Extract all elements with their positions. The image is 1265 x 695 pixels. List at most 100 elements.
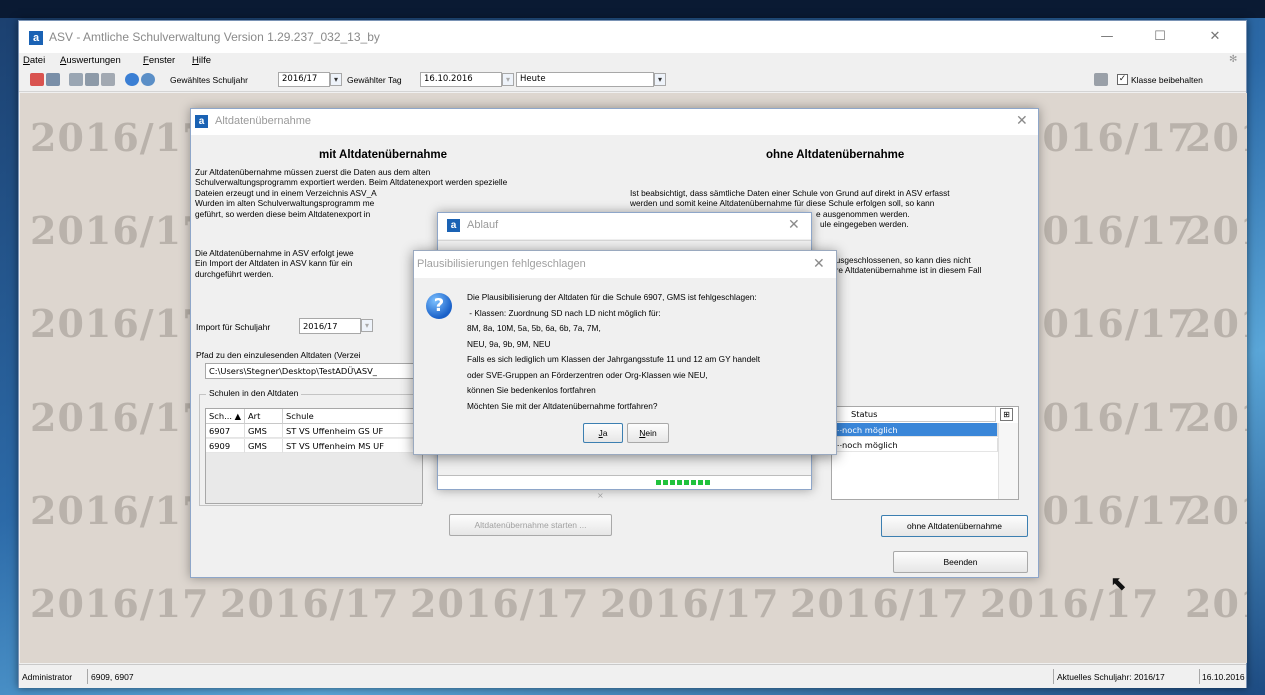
plausibilisierung-title: Plausibilisierungen fehlgeschlagen xyxy=(417,258,586,270)
watermark: 2016/17 xyxy=(410,581,590,626)
help-icon[interactable] xyxy=(141,73,155,86)
chevron-down-icon[interactable]: ▾ xyxy=(361,319,373,332)
column-schulnummer[interactable]: Sch... ▲ xyxy=(206,409,245,424)
klasse-beibehalten-label: Klasse beibehalten xyxy=(1131,75,1203,85)
heute-select[interactable]: Heute xyxy=(516,72,654,87)
schulen-group-title: Schulen in den Altdaten xyxy=(206,388,302,398)
table-cell[interactable]: GMS xyxy=(245,439,283,453)
ablauf-titlebar: a Ablauf ✕ xyxy=(438,213,811,239)
progress-bar xyxy=(438,475,811,489)
schuljahr-select[interactable]: 2016/17 xyxy=(278,72,330,87)
print-icon[interactable] xyxy=(1094,73,1108,86)
statusbar: Administrator 6909, 6907 Aktuelles Schul… xyxy=(19,664,1246,688)
watermark: 2016/17 xyxy=(30,208,210,253)
schulen-table: Sch... ▲ Art Schule 6907 GMS ST VS Uffen… xyxy=(205,408,424,504)
column-schule[interactable]: Schule xyxy=(283,409,424,424)
tools-icon[interactable] xyxy=(101,73,115,86)
menubar: Datei Auswertungen Fenster Hilfe ✻ xyxy=(19,53,1246,68)
watermark: 201 xyxy=(1185,208,1247,253)
menu-auswertungen[interactable]: Auswertungen xyxy=(60,55,121,66)
column-art[interactable]: Art xyxy=(245,409,283,424)
tag-field[interactable]: 16.10.2016 xyxy=(420,72,502,87)
table-cell[interactable]: 6907 xyxy=(206,424,245,438)
asv-logo-icon: a xyxy=(29,31,43,45)
asv-logo-icon: a xyxy=(447,219,460,232)
altdaten-starten-button[interactable]: Altdatenübernahme starten ... xyxy=(449,514,612,536)
watermark: 201 xyxy=(1185,581,1247,626)
mouse-cursor-icon: ⬉ xyxy=(1110,571,1127,595)
ja-button[interactable]: Ja xyxy=(583,423,623,443)
status-separator xyxy=(1199,669,1200,684)
status-user: Administrator xyxy=(22,672,73,682)
maximize-button[interactable]: ☐ xyxy=(1147,27,1173,47)
table-icon[interactable] xyxy=(69,73,83,86)
right-heading: ohne Altdatenübernahme xyxy=(766,149,905,161)
close-icon[interactable]: ✕ xyxy=(788,217,800,233)
watermark: 2016/17 xyxy=(790,581,970,626)
status-row-selected[interactable]: … noch möglich xyxy=(832,423,998,437)
close-icon[interactable]: ✕ xyxy=(813,256,825,272)
chevron-down-icon[interactable]: ▾ xyxy=(330,73,342,86)
beenden-button[interactable]: Beenden xyxy=(893,551,1028,573)
info-icon[interactable] xyxy=(125,73,139,86)
altdaten-dialog-title: Altdatenübernahme xyxy=(215,115,312,127)
ablauf-title: Ablauf xyxy=(467,219,499,231)
status-cell: noch möglich xyxy=(842,425,898,435)
column-status[interactable]: Status xyxy=(848,407,996,422)
menu-hilfe[interactable]: Hilfe xyxy=(192,55,211,66)
status-scrollbar[interactable] xyxy=(998,423,1018,499)
menu-datei[interactable]: Datei xyxy=(23,55,45,66)
watermark: 2016/17 xyxy=(980,581,1160,626)
import-schuljahr-label: Import für Schuljahr xyxy=(196,322,271,332)
watermark: 201 xyxy=(1185,488,1247,533)
watermark: 201 xyxy=(1185,301,1247,346)
plausibilisierung-message: Die Plausibilisierung der Altdaten für d… xyxy=(467,292,761,411)
path-label: Pfad zu den einzulesenden Altdaten (Verz… xyxy=(196,350,361,360)
status-row[interactable]: … noch möglich xyxy=(832,438,998,452)
import-schuljahr-select[interactable]: 2016/17 xyxy=(299,318,361,334)
watermark: 2016/17 xyxy=(220,581,400,626)
watermark: 2016/17 xyxy=(1015,208,1195,253)
document-icon[interactable] xyxy=(46,73,60,86)
minimize-button[interactable]: — xyxy=(1094,27,1120,47)
window-title: ASV - Amtliche Schulverwaltung Version 1… xyxy=(49,30,380,44)
watermark: 2016/17 xyxy=(600,581,780,626)
divider xyxy=(438,240,811,241)
close-window-button[interactable]: ✕ xyxy=(1202,27,1228,47)
tag-label: Gewählter Tag xyxy=(347,75,402,85)
watermark: 2016/17 xyxy=(1015,395,1195,440)
ohne-altdaten-button[interactable]: ohne Altdatenübernahme xyxy=(881,515,1028,537)
table-cell[interactable]: 6909 xyxy=(206,439,245,453)
desktop-background xyxy=(0,0,1265,18)
table-cell[interactable]: ST VS Uffenheim GS UF xyxy=(283,424,424,438)
close-icon[interactable]: ✕ xyxy=(1016,113,1028,129)
status-date: 16.10.2016 xyxy=(1202,672,1245,682)
status-separator xyxy=(87,669,88,684)
nein-button[interactable]: Nein xyxy=(627,423,669,443)
column-config-icon[interactable]: ⊞ xyxy=(1000,408,1013,421)
question-icon: ? xyxy=(426,293,452,319)
watermark: 2016/17 xyxy=(1015,115,1195,160)
table-cell[interactable]: GMS xyxy=(245,424,283,438)
gear-icon[interactable]: ✻ xyxy=(1229,54,1237,65)
watermark: 2016/17 xyxy=(1015,301,1195,346)
plausibilisierung-dialog: Plausibilisierungen fehlgeschlagen ✕ ? D… xyxy=(413,250,837,455)
chevron-down-icon[interactable]: ▾ xyxy=(654,73,666,86)
watermark: 2016/17 xyxy=(30,488,210,533)
list-icon[interactable] xyxy=(85,73,99,86)
calendar-dropdown-icon[interactable]: ▾ xyxy=(502,73,514,86)
status-cell: noch möglich xyxy=(842,440,898,450)
altdaten-dialog-titlebar: a Altdatenübernahme ✕ xyxy=(191,109,1038,135)
schuljahr-label: Gewähltes Schuljahr xyxy=(170,75,248,85)
watermark: 2016/17 xyxy=(30,581,210,626)
path-input[interactable]: C:\Users\Stegner\Desktop\TestADÜ\ASV_ xyxy=(205,363,417,379)
window-titlebar: a ASV - Amtliche Schulverwaltung Version… xyxy=(19,21,1246,53)
watermark: 2016/17 xyxy=(30,395,210,440)
klasse-beibehalten-checkbox[interactable]: ✓ xyxy=(1117,74,1128,85)
watermark: 201 xyxy=(1185,115,1247,160)
exit-icon[interactable] xyxy=(30,73,44,86)
menu-fenster[interactable]: Fenster xyxy=(143,55,175,66)
progress-fill xyxy=(656,480,712,485)
table-cell[interactable]: ST VS Uffenheim MS UF xyxy=(283,439,424,453)
status-schools: 6909, 6907 xyxy=(91,672,134,682)
